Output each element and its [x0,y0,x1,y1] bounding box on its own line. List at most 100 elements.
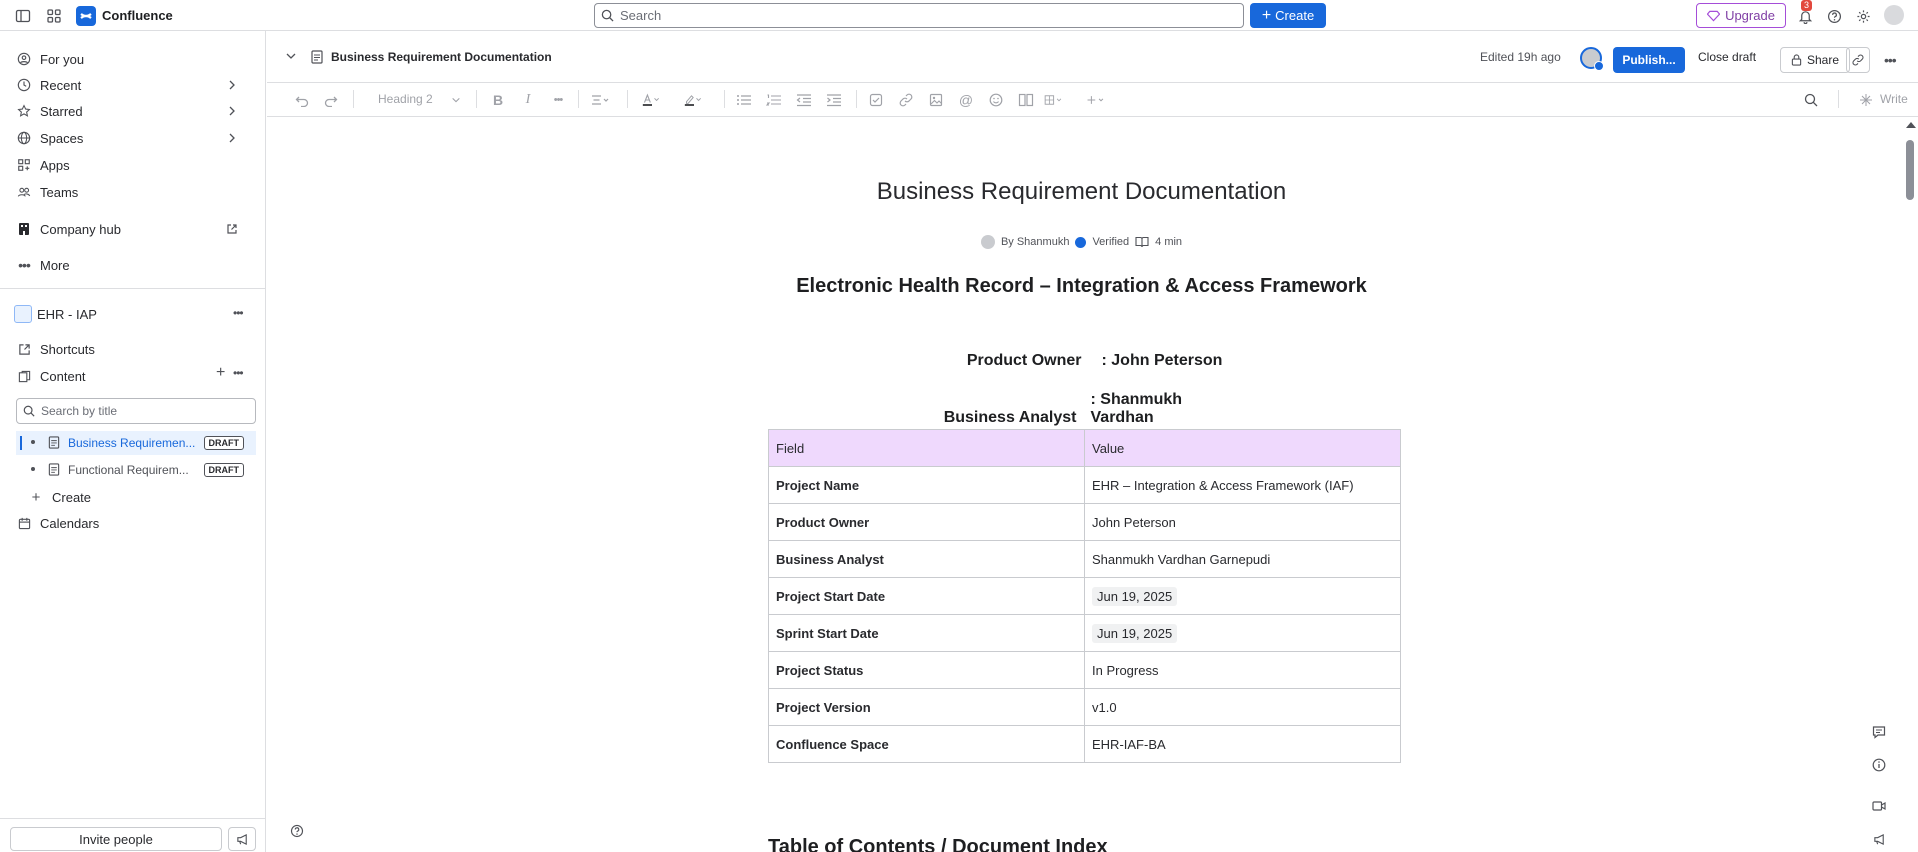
author-avatar[interactable] [980,235,995,249]
text-style-select[interactable]: Heading 2 [378,92,433,106]
search-input[interactable] [620,8,1220,23]
app-switcher-icon[interactable] [44,6,64,26]
content-search[interactable] [16,398,256,424]
table-cell-value[interactable]: EHR-IAF-BA [1084,725,1401,763]
table-cell-field[interactable]: Project Status [768,651,1085,689]
scroll-up-arrow-icon[interactable] [1906,122,1916,128]
chevron-right-icon[interactable] [224,103,240,119]
sidebar-toggle-icon[interactable] [13,6,33,26]
chevron-down-icon[interactable] [446,90,466,110]
share-button[interactable]: Share [1780,47,1850,73]
chevron-right-icon[interactable] [224,130,240,146]
sidebar-item-more[interactable]: ••• More [8,252,256,278]
table-cell-value[interactable]: In Progress [1084,651,1401,689]
table-cell-field[interactable]: Sprint Start Date [768,614,1085,652]
confluence-logo-icon[interactable] [76,6,96,26]
sidebar-item-recent[interactable]: Recent [8,72,256,98]
table-cell-value[interactable]: John Peterson [1084,503,1401,541]
page-tree-item[interactable]: Business Requiremen... DRAFT [16,431,256,455]
info-icon[interactable] [1870,756,1888,774]
numbered-list-icon[interactable] [764,90,784,110]
chevron-down-icon[interactable] [285,50,297,62]
close-draft-button[interactable]: Close draft [1698,50,1756,64]
sidebar-item-apps[interactable]: Apps [8,152,256,178]
outdent-icon[interactable] [794,90,814,110]
global-search[interactable] [594,3,1244,28]
external-link-icon[interactable] [224,221,240,237]
content-search-input[interactable] [41,404,241,418]
table-cell-field[interactable]: Project Name [768,466,1085,504]
sidebar-create-page[interactable]: + Create [8,484,256,510]
undo-icon[interactable] [292,90,312,110]
layout-columns-icon[interactable] [1016,90,1036,110]
write-ai-button[interactable]: Write [1880,92,1908,106]
table-cell-field[interactable]: Project Version [768,688,1085,726]
create-button[interactable]: + Create [1250,3,1326,28]
insert-plus-icon[interactable] [1086,90,1106,110]
table-cell-value[interactable]: Shanmukh Vardhan Garnepudi [1084,540,1401,578]
content-more-icon[interactable]: ••• [233,366,244,380]
sidebar-item-starred[interactable]: Starred [8,98,256,124]
date-chip[interactable]: Jun 19, 2025 [1092,586,1178,606]
more-actions-icon[interactable]: ••• [1884,52,1897,68]
sidebar-item-shortcuts[interactable]: Shortcuts [8,336,256,362]
help-circle-icon[interactable] [290,824,304,838]
mention-icon[interactable]: @ [956,90,976,110]
vertical-scrollbar-thumb[interactable] [1906,140,1914,200]
sidebar-item-calendars[interactable]: Calendars [8,510,256,536]
table-cell-field[interactable]: Business Analyst [768,540,1085,578]
megaphone-icon[interactable] [1870,830,1888,848]
copy-link-icon[interactable] [1846,47,1870,73]
space-name[interactable]: EHR - IAP [37,307,97,322]
comment-icon[interactable] [1870,723,1888,741]
space-more-icon[interactable]: ••• [233,306,244,320]
align-icon[interactable] [590,90,610,110]
toc-heading[interactable]: Table of Contents / Document Index [768,836,1108,852]
emoji-icon[interactable] [986,90,1006,110]
table-cell-field[interactable]: Project Start Date [768,577,1085,615]
document-title[interactable]: Business Requirement Documentation [700,178,1463,206]
table-cell-value[interactable]: Jun 19, 2025 [1084,614,1401,652]
video-icon[interactable] [1870,797,1888,815]
indent-icon[interactable] [824,90,844,110]
table-header-cell[interactable]: Value [1084,429,1401,467]
find-icon[interactable] [1801,90,1821,110]
highlight-icon[interactable] [684,90,704,110]
breadcrumb-page-title[interactable]: Business Requirement Documentation [331,50,552,64]
table-icon[interactable] [1044,90,1064,110]
add-content-icon[interactable]: + [216,364,225,382]
text-color-icon[interactable] [642,90,662,110]
settings-gear-icon[interactable] [1853,6,1873,26]
bold-icon[interactable]: B [488,90,508,110]
verified-label[interactable]: Verified [1092,236,1129,248]
chevron-right-icon[interactable] [224,77,240,93]
app-title[interactable]: Confluence [102,8,173,23]
author-name[interactable]: By Shanmukh [1001,236,1069,248]
publish-button[interactable]: Publish... [1613,47,1685,73]
megaphone-icon[interactable] [228,827,256,851]
edited-status[interactable]: Edited 19h ago [1480,50,1561,64]
table-cell-field[interactable]: Confluence Space [768,725,1085,763]
sidebar-item-company-hub[interactable]: Company hub [8,216,256,242]
user-avatar[interactable] [1884,5,1904,25]
task-checkbox-icon[interactable] [866,90,886,110]
table-cell-value[interactable]: v1.0 [1084,688,1401,726]
sidebar-item-spaces[interactable]: Spaces [8,125,256,151]
redo-icon[interactable] [321,90,341,110]
sidebar-item-for-you[interactable]: For you [8,46,256,72]
page-tree-item[interactable]: Functional Requirem... DRAFT [16,458,256,482]
table-cell-value[interactable]: EHR – Integration & Access Framework (IA… [1084,466,1401,504]
more-formatting-icon[interactable]: ••• [548,90,568,110]
table-header-cell[interactable]: Field [768,429,1085,467]
table-cell-field[interactable]: Product Owner [768,503,1085,541]
sidebar-item-teams[interactable]: Teams [8,179,256,205]
table-cell-value[interactable]: Jun 19, 2025 [1084,577,1401,615]
invite-people-button[interactable]: Invite people [10,827,222,851]
date-chip[interactable]: Jun 19, 2025 [1092,623,1178,643]
image-icon[interactable] [926,90,946,110]
italic-icon[interactable]: I [518,90,538,110]
sparkle-icon[interactable] [1856,90,1876,110]
help-icon[interactable] [1824,6,1844,26]
bullet-list-icon[interactable] [734,90,754,110]
upgrade-button[interactable]: Upgrade [1696,3,1786,28]
